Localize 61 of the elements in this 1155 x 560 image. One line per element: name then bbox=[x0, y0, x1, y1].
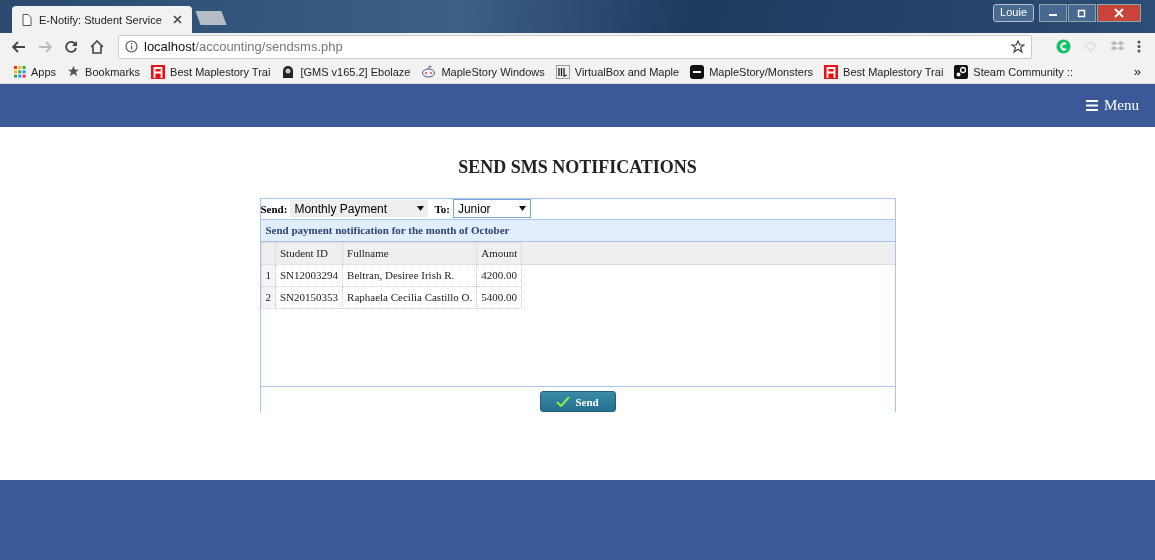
tab-title: E-Notify: Student Service bbox=[39, 13, 163, 26]
apps-grid-icon bbox=[14, 65, 26, 78]
checkmark-icon bbox=[556, 396, 571, 407]
table-cell: SN12003294 bbox=[275, 264, 343, 287]
user-badge[interactable]: Louie bbox=[993, 4, 1034, 22]
glyph-icon bbox=[555, 64, 570, 79]
bookmark-item[interactable]: Bookmarks bbox=[67, 65, 141, 78]
page-title: SEND SMS NOTIFICATIONS bbox=[458, 157, 697, 178]
close-icon bbox=[1113, 8, 1125, 18]
menu-icon bbox=[1086, 100, 1098, 111]
star-icon[interactable] bbox=[1011, 39, 1025, 54]
grid-caption: Send payment notification for the month of October bbox=[260, 219, 895, 242]
send-label: Send: bbox=[260, 202, 288, 215]
column-header[interactable]: Amount bbox=[476, 242, 522, 265]
bookmark-item[interactable]: [GMS v165.2] Ebolaze bbox=[281, 64, 411, 79]
dark-square-icon bbox=[690, 64, 705, 79]
home-icon[interactable] bbox=[90, 39, 104, 54]
letter-logo-icon bbox=[151, 64, 166, 79]
url-text: localhost/accounting/sendsms.php bbox=[144, 39, 343, 54]
hooded-figure-icon bbox=[281, 64, 296, 79]
bookmark-item[interactable]: Apps bbox=[14, 65, 57, 78]
table-cell: Raphaela Cecilia Castillo O. bbox=[342, 286, 477, 309]
bookmark-item[interactable]: Best Maplestory Trai bbox=[824, 64, 944, 79]
type-dropdown[interactable]: Monthly Payment bbox=[290, 200, 429, 218]
alien-icon bbox=[421, 65, 437, 78]
bookmark-item[interactable]: VirtualBox and Maple bbox=[555, 64, 680, 79]
more-options-icon[interactable] bbox=[1137, 40, 1141, 53]
minimize-button[interactable] bbox=[1039, 4, 1067, 22]
reload-icon[interactable] bbox=[64, 39, 78, 54]
row-number: 2 bbox=[261, 286, 276, 309]
table-cell: 4200.00 bbox=[476, 264, 522, 287]
to-label: To: bbox=[434, 202, 450, 215]
browser-tab[interactable]: E-Notify: Student Service bbox=[12, 6, 192, 33]
table-cell: Beltran, Desiree Irish R. bbox=[342, 264, 477, 287]
back-icon[interactable] bbox=[12, 40, 26, 53]
bookmark-item[interactable]: MapleStory Windows bbox=[421, 65, 545, 78]
steam-icon bbox=[954, 64, 969, 79]
column-header[interactable]: Fullname bbox=[342, 242, 477, 265]
menu-button[interactable]: Menu bbox=[1086, 97, 1139, 114]
dropdown-arrow-icon bbox=[518, 206, 526, 212]
row-number: 1 bbox=[261, 264, 276, 287]
bookmark-item[interactable]: Steam Community :: bbox=[954, 64, 1073, 79]
table-cell: SN20150353 bbox=[275, 286, 343, 309]
new-tab-button[interactable] bbox=[195, 11, 227, 25]
restore-icon bbox=[1077, 8, 1087, 18]
info-icon bbox=[125, 40, 138, 53]
letter-logo-icon bbox=[824, 64, 839, 79]
bookmark-item[interactable]: MapleStory/Monsters bbox=[690, 64, 814, 79]
dropdown-arrow-icon bbox=[417, 206, 425, 212]
send-button[interactable]: Send bbox=[539, 391, 616, 412]
recipient-dropdown[interactable]: Junior bbox=[452, 199, 531, 219]
column-header[interactable]: Student ID bbox=[275, 242, 343, 265]
close-icon[interactable] bbox=[173, 15, 182, 24]
page-icon bbox=[22, 13, 32, 26]
table-cell: 5400.00 bbox=[476, 286, 522, 309]
restore-button[interactable] bbox=[1068, 4, 1096, 22]
star-icon bbox=[67, 65, 81, 78]
bookmark-item[interactable]: Best Maplestory Trai bbox=[151, 64, 271, 79]
close-button[interactable] bbox=[1097, 4, 1141, 22]
address-bar[interactable]: localhost/accounting/sendsms.php bbox=[118, 34, 1032, 59]
more-bookmarks-button[interactable]: » bbox=[1133, 64, 1141, 79]
